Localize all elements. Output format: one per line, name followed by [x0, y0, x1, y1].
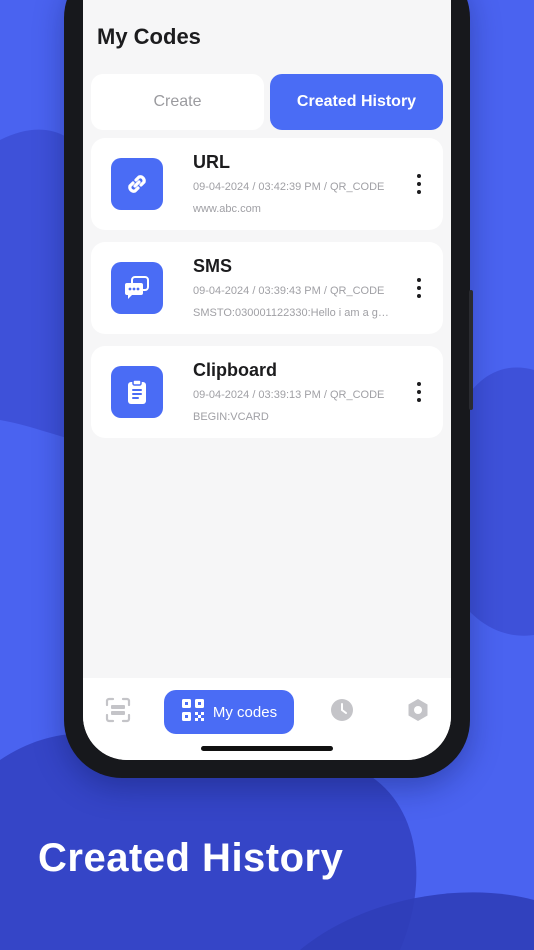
- app-screen: My Codes Create Created History URL 09-0…: [83, 0, 451, 760]
- home-indicator: [201, 746, 333, 751]
- clock-icon: [330, 698, 354, 727]
- scan-icon: [104, 696, 132, 729]
- history-item-clipboard[interactable]: Clipboard 09-04-2024 / 03:39:13 PM / QR_…: [91, 346, 443, 438]
- more-options-icon[interactable]: [411, 382, 427, 402]
- item-meta: 09-04-2024 / 03:39:13 PM / QR_CODE: [193, 389, 385, 401]
- more-options-icon[interactable]: [411, 174, 427, 194]
- item-name: SMS: [193, 256, 233, 276]
- nav-my-codes[interactable]: My codes: [164, 690, 294, 734]
- clipboard-icon: [111, 366, 163, 418]
- history-item-sms[interactable]: SMS 09-04-2024 / 03:39:43 PM / QR_CODE S…: [91, 242, 443, 334]
- history-list: URL 09-04-2024 / 03:42:39 PM / QR_CODE w…: [91, 138, 443, 450]
- nav-my-codes-label: My codes: [212, 703, 278, 721]
- page-title: My Codes: [97, 24, 201, 49]
- chat-bubbles-icon: [111, 262, 163, 314]
- more-options-icon[interactable]: [411, 278, 427, 298]
- tab-create[interactable]: Create: [91, 74, 264, 130]
- gear-icon: [406, 698, 430, 727]
- item-meta: 09-04-2024 / 03:39:43 PM / QR_CODE: [193, 285, 385, 297]
- item-name: URL: [193, 152, 230, 172]
- tab-created-history[interactable]: Created History: [270, 74, 443, 130]
- nav-settings[interactable]: [403, 690, 433, 734]
- tab-bar: Create Created History: [91, 74, 443, 130]
- qr-code-icon: [181, 698, 205, 726]
- item-meta: 09-04-2024 / 03:42:39 PM / QR_CODE: [193, 181, 385, 193]
- phone-frame: My Codes Create Created History URL 09-0…: [64, 0, 473, 778]
- item-content: BEGIN:VCARD: [193, 411, 269, 423]
- nav-history[interactable]: [327, 690, 357, 734]
- promo-headline: Created History: [38, 836, 344, 880]
- item-content: SMSTO:030001122330:Hello i am a graphic …: [193, 307, 391, 319]
- link-icon: [111, 158, 163, 210]
- item-content: www.abc.com: [193, 203, 261, 215]
- history-item-url[interactable]: URL 09-04-2024 / 03:42:39 PM / QR_CODE w…: [91, 138, 443, 230]
- phone-side-button: [469, 290, 473, 410]
- nav-scan[interactable]: [101, 690, 135, 734]
- item-name: Clipboard: [193, 360, 277, 380]
